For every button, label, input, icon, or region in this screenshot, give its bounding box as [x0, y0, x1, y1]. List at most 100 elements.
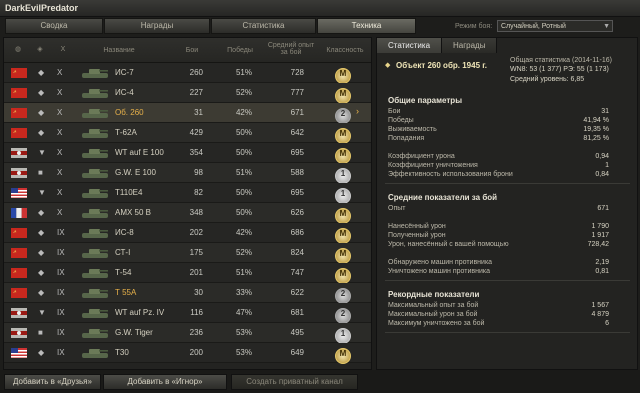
vehicle-class-icon: ▼	[38, 188, 46, 197]
nation-flag-icon	[11, 168, 27, 178]
table-row[interactable]: ☭ ◆ X Т-62А 429 50% 642 M	[4, 123, 371, 144]
section-divider	[385, 332, 630, 333]
vehicle-class-icon: ◆	[38, 208, 45, 217]
vehicle-name: AMX 50 B	[115, 208, 152, 217]
mastery-badge-icon: M	[335, 248, 351, 264]
tank-icon	[82, 329, 108, 338]
chevron-down-icon: ▼	[603, 23, 610, 30]
tank-icon	[82, 229, 108, 238]
table-row[interactable]: ▼ X T110E4 82 50% 695 1	[4, 183, 371, 204]
avg-exp: 495	[290, 328, 304, 337]
tab-summary[interactable]: Сводка	[5, 18, 103, 34]
mastery-badge-icon: 2	[335, 108, 351, 124]
battles-count: 260	[189, 68, 203, 77]
vehicle-name: Т-62А	[115, 128, 137, 137]
create-private-channel-button[interactable]: Создать приватный канал	[231, 374, 358, 390]
nation-flag-icon: ☭	[11, 228, 27, 238]
add-ignore-button[interactable]: Добавить в «Игнор»	[103, 374, 227, 390]
mastery-badge-icon: M	[335, 208, 351, 224]
table-row[interactable]: ◆ X AMX 50 B 348 50% 626 M	[4, 203, 371, 224]
col-mastery[interactable]: Классность	[322, 47, 368, 54]
col-avg-exp[interactable]: Средний опыт за бой	[266, 42, 316, 56]
tank-icon	[82, 349, 108, 358]
stat-label: Полученный урон	[388, 232, 446, 239]
tank-icon	[82, 269, 108, 278]
stat-value: 41,94 %	[583, 117, 609, 124]
battle-mode-dropdown[interactable]: Случайный, Ротный ▼	[497, 20, 613, 32]
table-row[interactable]: ☭ ◆ IX Т 55А 30 33% 622 2	[4, 283, 371, 304]
tab-statistics[interactable]: Статистика	[211, 18, 316, 34]
vehicle-name: Т-54	[115, 268, 132, 277]
vehicle-class-icon: ▼	[38, 148, 46, 157]
col-battles[interactable]: Бои	[182, 47, 202, 54]
tab-vehicles[interactable]: Техника	[317, 18, 416, 34]
stat-value: 6	[605, 320, 609, 327]
stat-value: 728,42	[587, 241, 609, 248]
nation-flag-icon: ☭	[11, 128, 27, 138]
avg-exp: 824	[290, 248, 304, 257]
table-row[interactable]: ▼ IX WT auf Pz. IV 116 47% 681 2	[4, 303, 371, 324]
table-row[interactable]: ■ IX G.W. Tiger 236 53% 495 1	[4, 323, 371, 344]
table-row[interactable]: ☭ ◆ X ИС-7 260 51% 728 M	[4, 63, 371, 84]
vehicle-name: СТ-I	[115, 248, 131, 257]
avg-exp: 777	[290, 88, 304, 97]
stat-value: 0,84	[595, 171, 609, 178]
wn8-rating: WN8: 53 (1 377) РЭ: 55 (1 173)	[510, 66, 609, 73]
bottom-bar: Добавить в «Друзья» Добавить в «Игнор» С…	[0, 370, 640, 393]
avg-exp: 695	[290, 148, 304, 157]
table-row[interactable]: ☭ ◆ IX ИС-8 202 42% 686 M	[4, 223, 371, 244]
stat-value: 1	[605, 162, 609, 169]
avg-exp: 626	[290, 208, 304, 217]
stat-label: Эффективность использования брони	[388, 171, 513, 178]
win-rate: 47%	[235, 308, 252, 317]
avg-exp: 681	[290, 308, 304, 317]
avg-exp: 642	[290, 128, 304, 137]
vehicle-class-icon: ◆	[38, 268, 45, 277]
tier-sort-icon[interactable]: X	[59, 46, 67, 53]
avg-exp: 747	[290, 268, 304, 277]
table-row[interactable]: ☭ ◆ IX СТ-I 175 52% 824 M	[4, 243, 371, 264]
table-row[interactable]: ■ X G.W. E 100 98 51% 588 1	[4, 163, 371, 184]
nation-flag-icon: ☭	[11, 88, 27, 98]
mastery-badge-icon: 1	[335, 328, 351, 344]
win-rate: 53%	[235, 348, 252, 357]
battles-count: 227	[189, 88, 203, 97]
vehicle-tier: IX	[57, 348, 65, 357]
nation-flag-icon	[11, 148, 27, 158]
details-tabs: Статистика Награды	[377, 38, 498, 54]
vehicle-name: ИС-7	[115, 68, 134, 77]
battles-count: 30	[194, 288, 203, 297]
add-friend-button[interactable]: Добавить в «Друзья»	[4, 374, 101, 390]
tank-icon	[82, 189, 108, 198]
stat-label: Бои	[388, 108, 401, 115]
nation-flag-icon: ☭	[11, 68, 27, 78]
stat-value: 671	[597, 205, 609, 212]
tab-awards[interactable]: Награды	[104, 18, 210, 34]
mastery-badge-icon: M	[335, 68, 351, 84]
table-row[interactable]: ▼ X WT auf E 100 354 50% 695 M	[4, 143, 371, 164]
avg-exp: 695	[290, 188, 304, 197]
table-row[interactable]: ◆ IX T30 200 53% 649 M	[4, 343, 371, 364]
col-name[interactable]: Название	[97, 47, 141, 54]
tank-icon	[82, 149, 108, 158]
table-row[interactable]: ☭ ◆ IX Т-54 201 51% 747 M	[4, 263, 371, 284]
vehicle-tier: IX	[57, 308, 65, 317]
class-sort-icon[interactable]: ◈	[34, 46, 46, 53]
battles-count: 200	[189, 348, 203, 357]
table-row[interactable]: ☭ ◆ X ИС-4 227 52% 777 M	[4, 83, 371, 104]
col-wins[interactable]: Победы	[225, 47, 255, 54]
mastery-badge-icon: M	[335, 268, 351, 284]
stat-label: Выживаемость	[388, 126, 437, 133]
details-tab-awards[interactable]: Награды	[442, 38, 498, 53]
nation-sort-icon[interactable]: ◍	[12, 46, 24, 53]
win-rate: 53%	[235, 328, 252, 337]
details-tab-statistics[interactable]: Статистика	[377, 38, 443, 53]
vehicle-class-icon: ■	[38, 328, 43, 337]
svg-text:☭: ☭	[13, 269, 17, 274]
win-rate: 52%	[235, 248, 252, 257]
table-row[interactable]: ☭ ◆ X Об. 260 31 42% 671 2 ›	[4, 103, 371, 124]
stat-label: Максимальный урон за бой	[388, 311, 478, 318]
stat-label: Урон, нанесённый с вашей помощью	[388, 241, 509, 248]
average-tier: Средний уровень: 6,85	[510, 76, 585, 83]
battles-count: 236	[189, 328, 203, 337]
